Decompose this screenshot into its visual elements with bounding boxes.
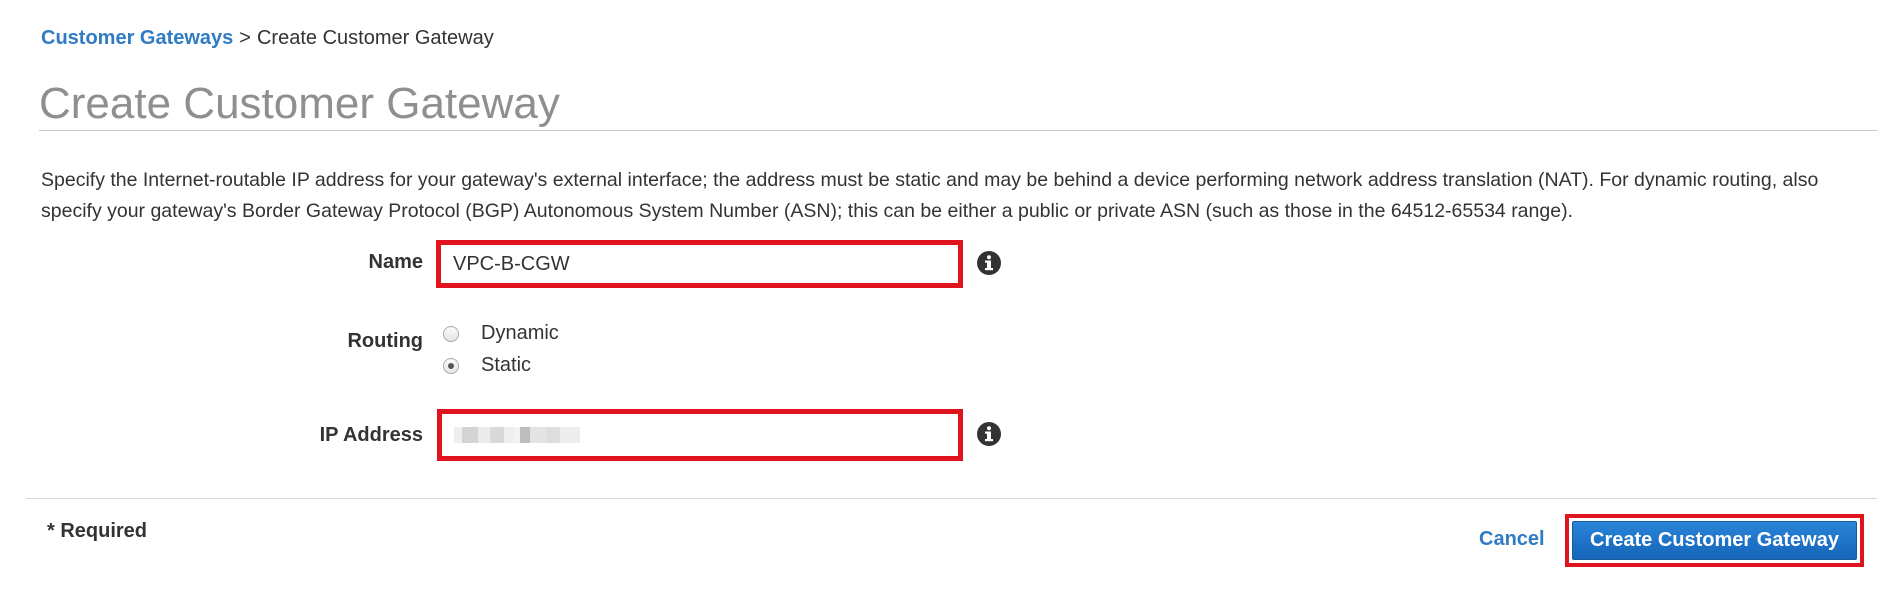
routing-static-label: Static <box>481 354 532 376</box>
cancel-button[interactable]: Cancel <box>1479 528 1545 551</box>
breadcrumb-current: Create Customer Gateway <box>256 27 494 49</box>
breadcrumb: Customer Gateways > Create Customer Gatewa… <box>41 26 494 50</box>
name-input-value: VPC-B-CGW <box>453 252 570 275</box>
create-customer-gateway-page: Customer Gateways > Create Customer Gatewa… <box>0 0 1891 589</box>
page-title: Create Customer Gateway <box>39 79 560 128</box>
breadcrumb-link-customer-gateways[interactable]: Customer Gateways <box>41 27 233 49</box>
ip-address-input[interactable] <box>437 409 963 461</box>
create-customer-gateway-button[interactable]: Create Customer Gateway <box>1572 521 1857 560</box>
name-input[interactable]: VPC-B-CGW <box>436 240 963 288</box>
routing-option-static[interactable]: Static <box>443 354 531 377</box>
routing-dynamic-label: Dynamic <box>481 322 559 344</box>
name-label: Name <box>368 251 423 273</box>
routing-label: Routing <box>347 330 423 352</box>
breadcrumb-separator: > <box>239 27 251 49</box>
page-description: Specify the Internet-routable IP address… <box>41 169 1819 222</box>
required-note: * Required <box>47 520 148 542</box>
footer-divider <box>26 498 1877 499</box>
name-info-icon[interactable] <box>976 250 1002 276</box>
ip-address-info-icon[interactable] <box>976 421 1002 447</box>
ip-address-label: IP Address <box>319 424 423 446</box>
ip-address-redacted-value <box>454 425 580 445</box>
routing-option-dynamic[interactable]: Dynamic <box>443 322 559 345</box>
title-divider <box>39 130 1877 131</box>
routing-dynamic-radio[interactable] <box>443 325 459 342</box>
routing-static-radio[interactable] <box>443 357 459 374</box>
